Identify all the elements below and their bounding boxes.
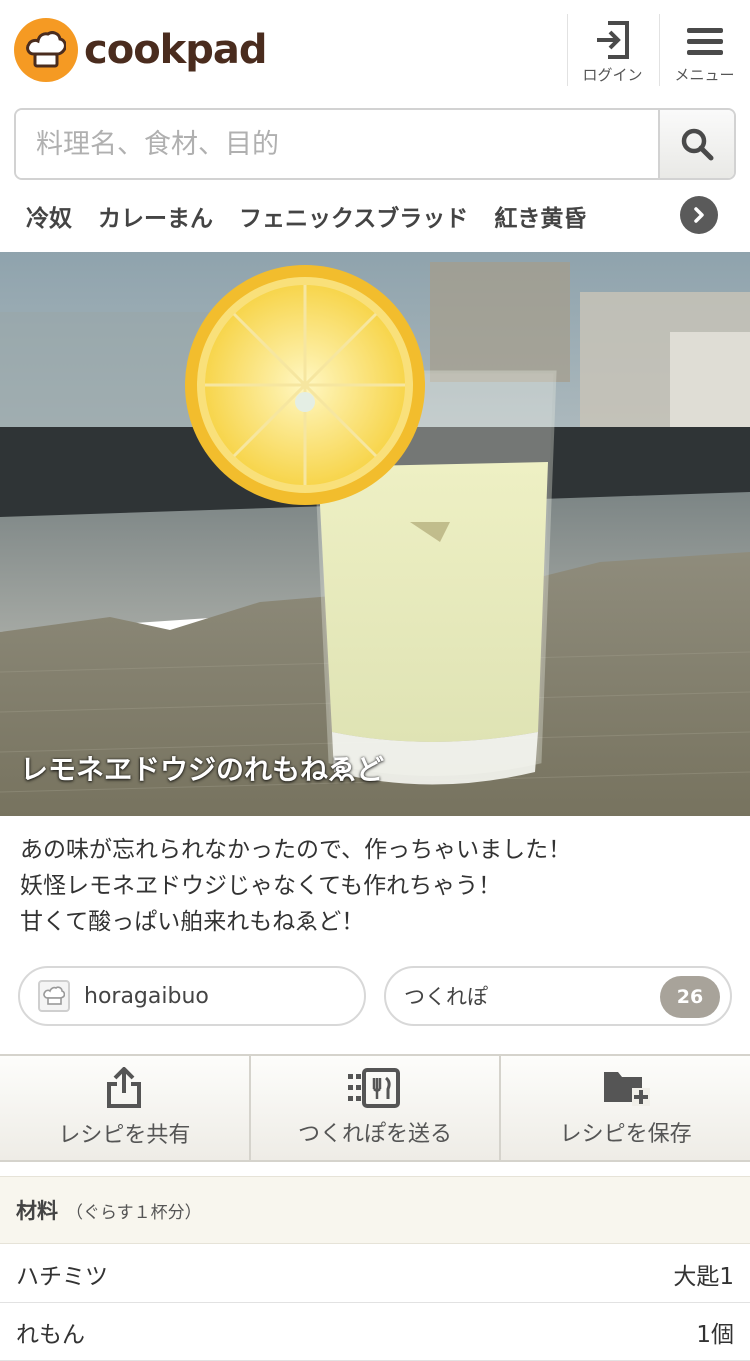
header: cookpad ログイン メニュー — [0, 0, 750, 100]
share-icon — [107, 1067, 142, 1108]
share-label: レシピを共有 — [58, 1123, 191, 1148]
share-recipe-button[interactable]: レシピを共有 — [0, 1056, 251, 1160]
tsukurepo-label: つくれぽ — [404, 985, 488, 1009]
save-recipe-button[interactable]: レシピを保存 — [501, 1056, 750, 1160]
ingredient-quantity: 大匙1 — [673, 1263, 734, 1290]
description-line: 妖怪レモネヱドウジじゃなくても作れちゃう！ — [20, 873, 502, 899]
menu-button[interactable]: メニュー — [659, 14, 749, 86]
send-tsukurepo-button[interactable]: つくれぽを送る — [251, 1056, 502, 1160]
description-line: 甘くて酸っぱい舶来れもねゑど！ — [20, 909, 365, 935]
ingredient-row: ハチミツ 大匙1 — [0, 1245, 750, 1303]
tsukurepo-button[interactable]: つくれぽ 26 — [384, 966, 732, 1026]
keyword-link[interactable]: フェニックスブラッド — [239, 199, 468, 233]
search-bar — [14, 108, 736, 180]
recipe-description: あの味が忘れられなかったので、作っちゃいました！ 妖怪レモネヱドウジじゃなくても… — [20, 832, 732, 940]
save-label: レシピを保存 — [559, 1122, 692, 1147]
search-icon — [681, 128, 714, 161]
description-line: あの味が忘れられなかったので、作っちゃいました！ — [20, 837, 572, 863]
ingredient-row: れもん 1個 — [0, 1303, 750, 1361]
login-button[interactable]: ログイン — [567, 14, 657, 86]
login-icon — [596, 21, 629, 59]
tsukurepo-icon — [348, 1068, 400, 1108]
login-label: ログイン — [582, 66, 643, 84]
menu-label: メニュー — [674, 66, 735, 84]
search-input[interactable] — [16, 110, 658, 178]
recipe-photo: レモネヱドウジのれもねゑど — [0, 252, 750, 816]
search-button[interactable] — [658, 110, 734, 178]
hamburger-icon — [686, 28, 723, 55]
keyword-link[interactable]: 冷奴 — [26, 199, 72, 233]
send-tsukurepo-label: つくれぽを送る — [298, 1122, 453, 1147]
lemonade-photo — [0, 252, 750, 816]
recipe-actions: レシピを共有 つくれぽを送る レシピを保存 — [0, 1054, 750, 1162]
author-name: horagaibuo — [84, 983, 209, 1009]
chef-hat-icon — [14, 18, 78, 82]
ingredients-header: 材料 （ぐらす１杯分） — [0, 1176, 750, 1244]
ingredient-quantity: 1個 — [696, 1321, 734, 1348]
chevron-right-icon — [694, 207, 704, 223]
folder-add-icon — [603, 1072, 650, 1106]
author-button[interactable]: horagaibuo — [18, 966, 366, 1026]
logo-text: cookpad — [84, 27, 268, 73]
tsukurepo-count-badge: 26 — [660, 976, 720, 1018]
recipe-meta: horagaibuo つくれぽ 26 — [0, 966, 750, 1026]
avatar-icon — [38, 980, 70, 1012]
keywords-next-button[interactable] — [680, 196, 718, 234]
ingredients-title: 材料 — [16, 1199, 58, 1223]
ingredient-name: れもん — [16, 1321, 85, 1348]
ingredients-serving: （ぐらす１杯分） — [66, 1202, 202, 1223]
keyword-link[interactable]: 紅き黄昏 — [494, 199, 586, 233]
ingredient-name: ハチミツ — [16, 1263, 108, 1290]
recipe-title: レモネヱドウジのれもねゑど — [20, 753, 385, 786]
popular-keywords: 冷奴 カレーまん フェニックスブラッド 紅き黄昏 — [0, 180, 750, 252]
cookpad-logo[interactable]: cookpad — [14, 18, 268, 82]
keyword-link[interactable]: カレーまん — [98, 199, 213, 233]
